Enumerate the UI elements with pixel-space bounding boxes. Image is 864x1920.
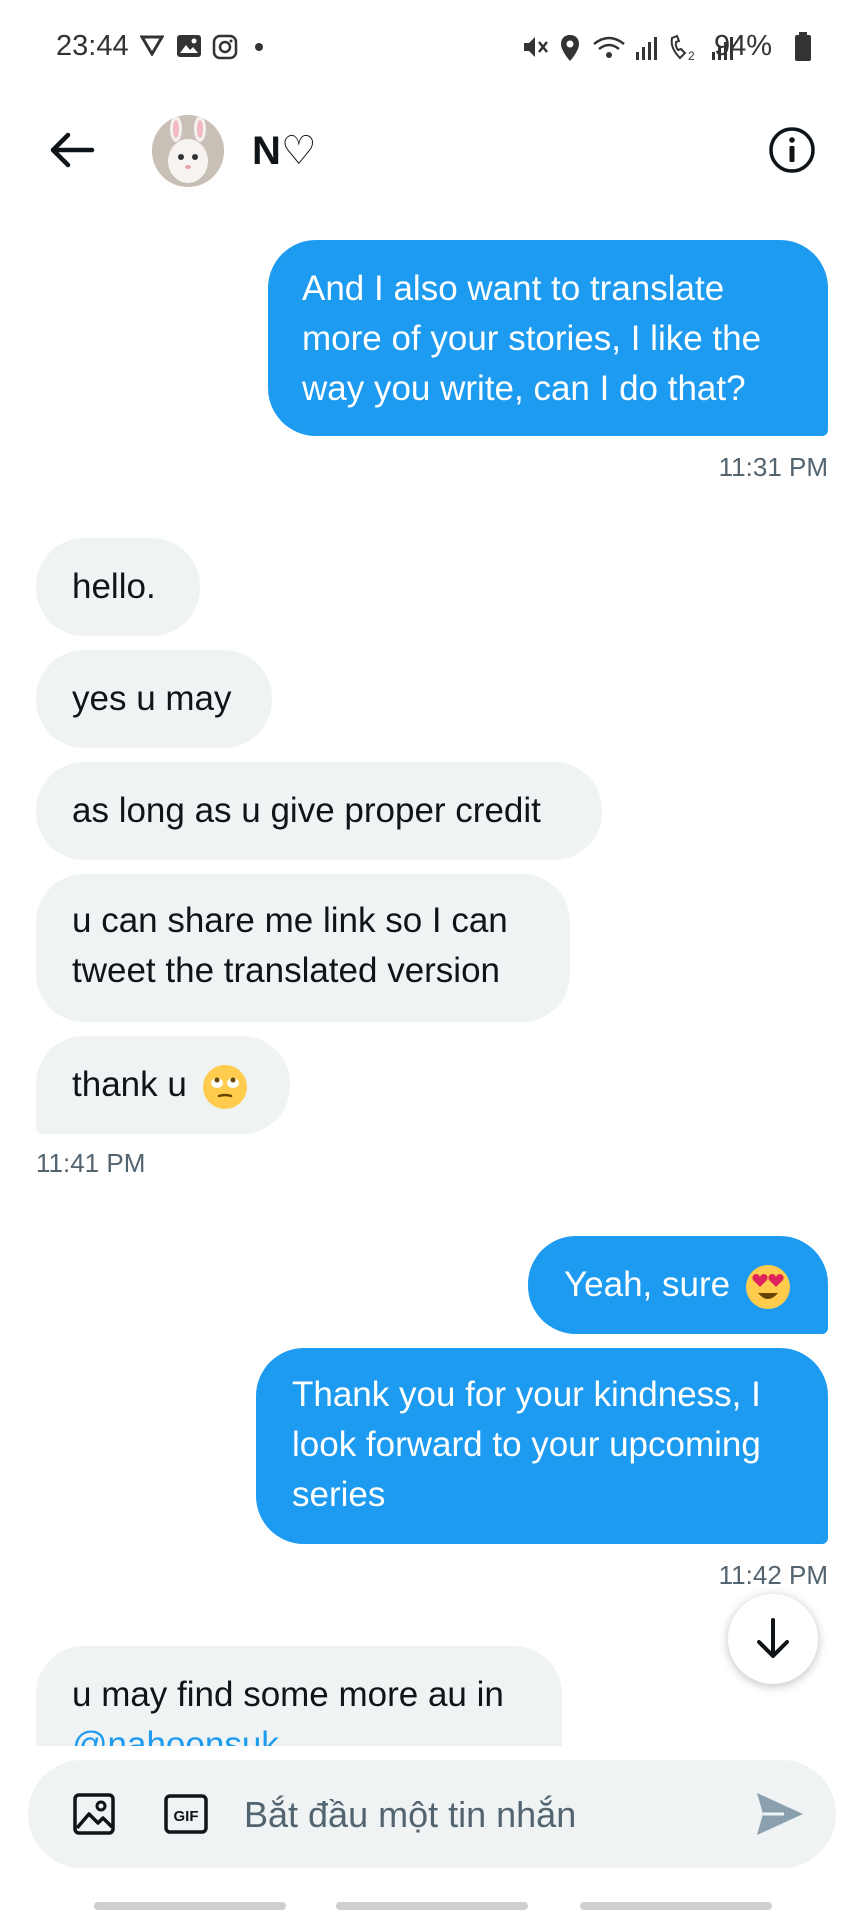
message-received[interactable]: yes u may xyxy=(36,650,272,748)
gif-icon: GIF xyxy=(164,1794,208,1834)
message-received[interactable]: hello. xyxy=(36,538,200,636)
message-received[interactable]: u may find some more au in @nahoonsuk xyxy=(36,1646,562,1746)
message-timestamp: 11:31 PM xyxy=(718,452,828,482)
heart-eyes-emoji-icon xyxy=(745,1264,790,1309)
dot-icon xyxy=(255,43,263,51)
message-text: u may find some more au in xyxy=(72,1675,504,1714)
nav-gesture-bar xyxy=(336,1902,528,1910)
arrow-left-icon xyxy=(50,132,95,168)
info-icon xyxy=(769,127,815,173)
message-text: thank u xyxy=(72,1065,187,1104)
add-photo-button[interactable] xyxy=(72,1792,116,1836)
arrow-down-icon xyxy=(757,1618,789,1658)
message-sent[interactable]: Thank you for your kindness, I look forw… xyxy=(256,1348,828,1544)
contact-name[interactable]: N♡ xyxy=(252,128,317,174)
mute-icon xyxy=(524,37,548,57)
battery-percent: 94% xyxy=(713,30,772,62)
cat-bunny-ears-avatar xyxy=(152,115,224,187)
gallery-icon xyxy=(177,35,201,57)
vpn-icon xyxy=(140,35,164,56)
avatar[interactable] xyxy=(152,115,224,187)
message-timestamp: 11:42 PM xyxy=(718,1560,828,1590)
send-button[interactable] xyxy=(754,1790,806,1838)
svg-text:2: 2 xyxy=(688,49,695,62)
battery-icon xyxy=(795,32,811,61)
add-gif-button[interactable]: GIF xyxy=(164,1794,208,1834)
message-received[interactable]: u can share me link so I can tweet the t… xyxy=(36,874,570,1022)
message-received[interactable]: as long as u give proper credit xyxy=(36,762,602,860)
message-text: Yeah, sure xyxy=(564,1265,731,1304)
back-button[interactable] xyxy=(44,120,104,180)
nav-gesture-bar xyxy=(580,1902,772,1910)
message-input[interactable] xyxy=(242,1786,746,1844)
instagram-icon xyxy=(212,34,238,60)
message-received[interactable]: thank u xyxy=(36,1036,290,1134)
status-time: 23:44 xyxy=(56,30,129,62)
gif-label: GIF xyxy=(174,1808,199,1825)
conversation-info-button[interactable] xyxy=(768,126,816,174)
nav-gesture-bar xyxy=(94,1902,286,1910)
message-timestamp: 11:41 PM xyxy=(36,1148,146,1178)
message-sent[interactable]: And I also want to translate more of you… xyxy=(268,240,828,436)
message-composer: GIF xyxy=(28,1760,836,1868)
wifi-icon xyxy=(593,36,657,60)
image-icon xyxy=(73,1793,115,1835)
location-icon xyxy=(561,35,579,61)
send-icon xyxy=(757,1793,803,1835)
mention-link[interactable]: @nahoonsuk xyxy=(72,1720,526,1746)
rolling-eyes-emoji-icon xyxy=(202,1064,247,1109)
scroll-to-bottom-button[interactable] xyxy=(728,1594,818,1684)
message-sent[interactable]: Yeah, sure xyxy=(528,1236,828,1334)
